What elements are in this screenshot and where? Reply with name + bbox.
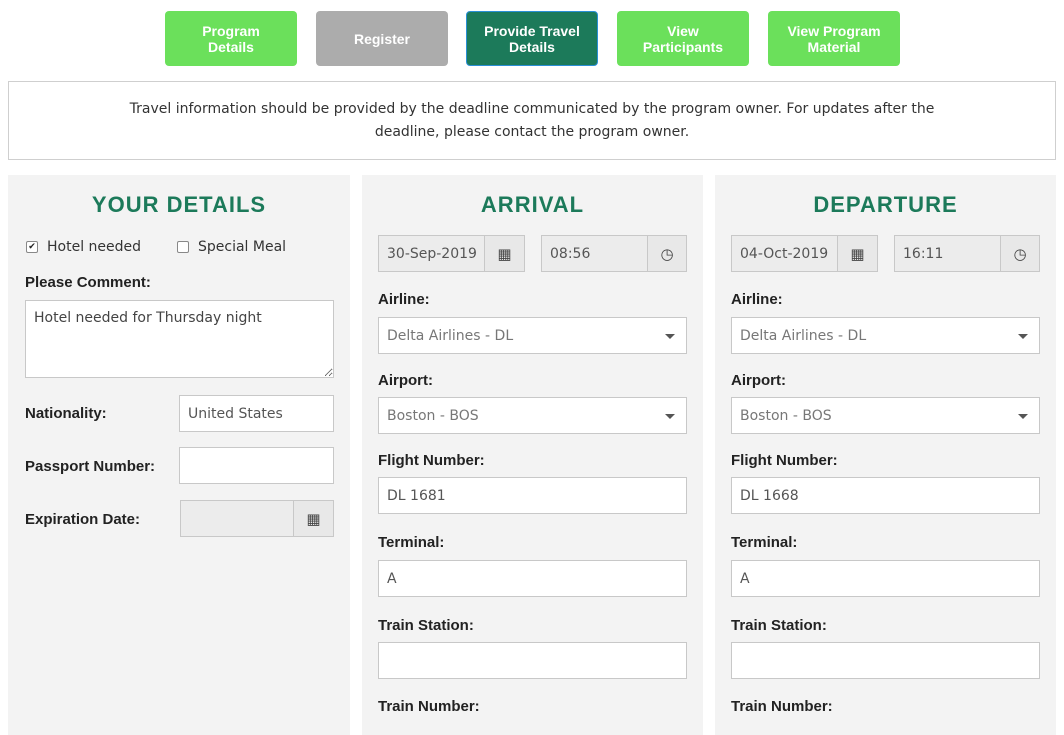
passport-number-field[interactable] [179, 447, 334, 484]
departure-airport-select[interactable]: Boston - BOS [731, 397, 1040, 434]
hotel-needed-checkbox[interactable]: ✔ Hotel needed [26, 239, 141, 255]
passport-number-label: Passport Number: [25, 458, 156, 475]
expiration-date-field[interactable] [180, 500, 294, 537]
calendar-icon: ▦ [850, 244, 865, 263]
arrival-airline-select[interactable]: Delta Airlines - DL [378, 317, 687, 354]
register-button[interactable]: Register [316, 11, 448, 66]
arrival-airport-value: Boston - BOS [387, 407, 479, 424]
arrival-title: ARRIVAL [480, 192, 585, 217]
departure-title: DEPARTURE [813, 192, 958, 217]
arrival-airport-label: Airport: [378, 372, 433, 389]
arrival-airline-value: Delta Airlines - DL [387, 327, 514, 344]
arrival-airline-label: Airline: [378, 291, 430, 308]
departure-airline-select[interactable]: Delta Airlines - DL [731, 317, 1040, 354]
departure-train-number-label: Train Number: [731, 698, 833, 715]
departure-airline-label: Airline: [731, 291, 783, 308]
your-details-title: YOUR DETAILS [91, 192, 267, 217]
arrival-time-field[interactable]: 08:56 [541, 235, 649, 272]
departure-airport-label: Airport: [731, 372, 786, 389]
chevron-down-icon [665, 414, 675, 419]
arrival-clock-button[interactable]: ◷ [647, 235, 687, 272]
program-nav: Program Details Register Provide Travel … [0, 11, 1064, 66]
departure-calendar-button[interactable]: ▦ [837, 235, 878, 272]
departure-date-field[interactable]: 04-Oct-2019 [731, 235, 839, 272]
your-details-panel: YOUR DETAILS ✔ Hotel needed Special Meal… [8, 175, 350, 735]
comment-textarea[interactable]: Hotel needed for Thursday night [25, 300, 334, 378]
program-details-button[interactable]: Program Details [165, 11, 297, 66]
chevron-down-icon [1018, 334, 1028, 339]
departure-flight-number-field[interactable]: DL 1668 [731, 477, 1040, 514]
hotel-needed-label: Hotel needed [47, 239, 142, 255]
comment-label: Please Comment: [25, 274, 151, 291]
provide-travel-details-button[interactable]: Provide Travel Details [466, 11, 598, 66]
arrival-flight-number-field[interactable]: DL 1681 [378, 477, 687, 514]
view-program-material-button[interactable]: View Program Material [768, 11, 900, 66]
travel-info-notice: Travel information should be provided by… [8, 81, 1056, 160]
arrival-train-number-label: Train Number: [378, 698, 480, 715]
departure-airport-value: Boston - BOS [740, 407, 832, 424]
special-meal-checkbox[interactable]: Special Meal [177, 239, 286, 255]
chevron-down-icon [665, 334, 675, 339]
arrival-panel: ARRIVAL 30-Sep-2019 ▦ 08:56 ◷ Airline: D… [362, 175, 703, 735]
calendar-icon: ▦ [306, 509, 321, 528]
expiration-date-label: Expiration Date: [25, 511, 141, 528]
arrival-terminal-field[interactable]: A [378, 560, 687, 597]
chevron-down-icon [1018, 414, 1028, 419]
departure-clock-button[interactable]: ◷ [1000, 235, 1040, 272]
departure-flight-number-label: Flight Number: [731, 452, 838, 469]
arrival-flight-number-label: Flight Number: [378, 452, 485, 469]
calendar-icon: ▦ [497, 244, 512, 263]
arrival-terminal-label: Terminal: [378, 534, 445, 551]
notice-text: Travel information should be provided by… [129, 101, 935, 140]
departure-terminal-field[interactable]: A [731, 560, 1040, 597]
departure-panel: DEPARTURE 04-Oct-2019 ▦ 16:11 ◷ Airline:… [715, 175, 1056, 735]
departure-time-field[interactable]: 16:11 [894, 235, 1002, 272]
clock-icon: ◷ [1013, 244, 1027, 263]
arrival-calendar-button[interactable]: ▦ [484, 235, 525, 272]
special-meal-label: Special Meal [198, 239, 287, 255]
arrival-train-station-field[interactable] [378, 642, 687, 679]
arrival-date-field[interactable]: 30-Sep-2019 [378, 235, 486, 272]
arrival-train-station-label: Train Station: [378, 617, 474, 634]
departure-terminal-label: Terminal: [731, 534, 798, 551]
expiration-calendar-button[interactable]: ▦ [293, 500, 334, 537]
nationality-label: Nationality: [25, 405, 107, 422]
special-meal-check-box[interactable] [177, 241, 189, 253]
departure-train-station-label: Train Station: [731, 617, 827, 634]
view-participants-button[interactable]: View Participants [617, 11, 749, 66]
nationality-field[interactable]: United States [179, 395, 334, 432]
hotel-needed-check-box[interactable]: ✔ [26, 241, 38, 253]
departure-airline-value: Delta Airlines - DL [740, 327, 867, 344]
clock-icon: ◷ [660, 244, 674, 263]
departure-train-station-field[interactable] [731, 642, 1040, 679]
arrival-airport-select[interactable]: Boston - BOS [378, 397, 687, 434]
